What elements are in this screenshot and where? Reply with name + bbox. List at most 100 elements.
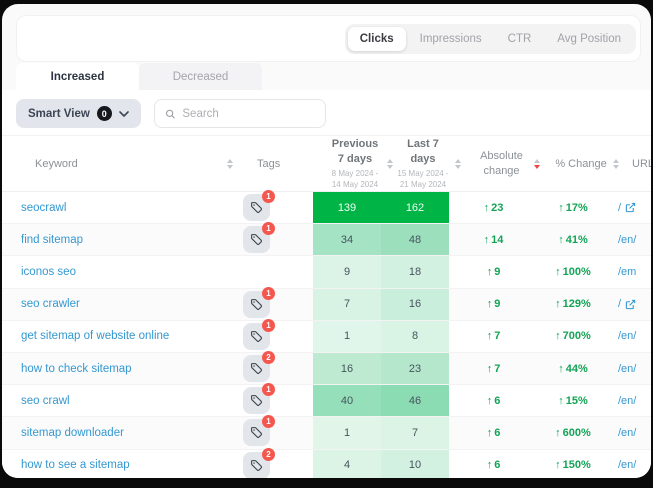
absolute-change-cell: ↑9 xyxy=(449,256,538,287)
search-input[interactable] xyxy=(182,108,314,120)
tag-button[interactable]: 2 xyxy=(243,355,270,382)
sort-icon-percent-change[interactable] xyxy=(613,159,619,169)
up-arrow-icon: ↑ xyxy=(487,427,493,439)
url-link[interactable]: /en/ xyxy=(618,459,636,471)
absolute-change-cell: ↑6 xyxy=(449,417,538,448)
previous-clicks-cell: 40 xyxy=(313,385,381,416)
up-arrow-icon: ↑ xyxy=(487,298,493,310)
up-arrow-icon: ↑ xyxy=(484,202,490,214)
keywords-table: Keyword Tags Previous 7 days 8 May 2024 … xyxy=(2,135,651,478)
url-link[interactable]: /en/ xyxy=(618,395,636,407)
last-clicks-cell: 18 xyxy=(381,256,449,287)
up-arrow-icon: ↑ xyxy=(558,363,564,375)
previous-clicks-cell: 4 xyxy=(313,450,381,479)
previous-clicks-cell: 16 xyxy=(313,353,381,384)
view-tab-group: Increased Decreased xyxy=(16,63,262,90)
url-link[interactable]: / xyxy=(618,202,636,214)
percent-change-cell: ↑44% xyxy=(538,353,608,384)
keyword-link[interactable]: get sitemap of website online xyxy=(21,330,169,342)
tag-count-badge: 2 xyxy=(262,351,275,364)
up-arrow-icon: ↑ xyxy=(555,330,561,342)
percent-change-cell: ↑600% xyxy=(538,417,608,448)
previous-date-range: 8 May 2024 - 14 May 2024 xyxy=(329,169,381,190)
percent-change-cell: ↑17% xyxy=(538,192,608,223)
url-link[interactable]: / xyxy=(618,298,636,310)
keyword-link[interactable]: seo crawl xyxy=(21,395,70,407)
tag-button[interactable]: 1 xyxy=(243,226,270,253)
smart-view-label: Smart View xyxy=(28,108,90,120)
up-arrow-icon: ↑ xyxy=(487,395,493,407)
keyword-link[interactable]: iconos seo xyxy=(21,266,76,278)
last-clicks-cell: 23 xyxy=(381,353,449,384)
table-row: seocrawl 1 139 162 ↑23 ↑17% / xyxy=(2,192,651,224)
url-link[interactable]: /en/ xyxy=(618,330,636,342)
sort-icon-last[interactable] xyxy=(455,159,461,169)
percent-change-cell: ↑15% xyxy=(538,385,608,416)
percent-change-cell: ↑700% xyxy=(538,321,608,352)
tab-impressions[interactable]: Impressions xyxy=(408,27,494,51)
percent-change-cell: ↑41% xyxy=(538,224,608,255)
header-percent-change[interactable]: % Change xyxy=(552,158,622,170)
search-box xyxy=(154,99,326,128)
keyword-link[interactable]: find sitemap xyxy=(21,234,83,246)
controls-row: Smart View 0 xyxy=(2,90,651,135)
tag-icon xyxy=(250,394,263,407)
up-arrow-icon: ↑ xyxy=(555,459,561,471)
percent-change-cell: ↑100% xyxy=(538,256,608,287)
sort-icon-previous[interactable] xyxy=(387,159,393,169)
external-link-icon xyxy=(625,202,636,213)
tag-icon xyxy=(250,459,263,472)
keyword-link[interactable]: seo crawler xyxy=(21,298,80,310)
tag-button[interactable]: 1 xyxy=(243,387,270,414)
tab-increased[interactable]: Increased xyxy=(16,63,139,90)
last-clicks-cell: 46 xyxy=(381,385,449,416)
up-arrow-icon: ↑ xyxy=(487,266,493,278)
url-link[interactable]: /em xyxy=(618,266,636,278)
tab-ctr[interactable]: CTR xyxy=(496,27,544,51)
previous-clicks-cell: 9 xyxy=(313,256,381,287)
header-previous-7-days[interactable]: Previous 7 days 8 May 2024 - 14 May 2024 xyxy=(327,137,395,190)
last-clicks-cell: 48 xyxy=(381,224,449,255)
up-arrow-icon: ↑ xyxy=(558,202,564,214)
url-link[interactable]: /en/ xyxy=(618,234,636,246)
header-absolute-change[interactable]: Absolute change xyxy=(463,149,552,179)
table-row: seo crawl 1 40 46 ↑6 ↑15% /en/ xyxy=(2,385,651,417)
keyword-link[interactable]: sitemap downloader xyxy=(21,427,124,439)
tag-button[interactable]: 1 xyxy=(243,419,270,446)
absolute-change-cell: ↑6 xyxy=(449,450,538,479)
tag-icon xyxy=(250,298,263,311)
keyword-link[interactable]: how to check sitemap xyxy=(21,363,132,375)
absolute-change-cell: ↑6 xyxy=(449,385,538,416)
table-header: Keyword Tags Previous 7 days 8 May 2024 … xyxy=(2,135,651,192)
url-link[interactable]: /en/ xyxy=(618,363,636,375)
tag-icon xyxy=(250,233,263,246)
keyword-link[interactable]: seocrawl xyxy=(21,202,66,214)
tag-button[interactable]: 1 xyxy=(243,323,270,350)
header-url: URL xyxy=(622,158,651,170)
keyword-link[interactable]: how to see a sitemap xyxy=(21,459,130,471)
tab-avg-position[interactable]: Avg Position xyxy=(545,27,633,51)
header-last-7-days[interactable]: Last 7 days 15 May 2024 - 21 May 2024 xyxy=(395,137,463,190)
previous-clicks-cell: 1 xyxy=(313,417,381,448)
header-keyword[interactable]: Keyword xyxy=(16,158,241,170)
absolute-change-cell: ↑23 xyxy=(449,192,538,223)
tab-clicks[interactable]: Clicks xyxy=(348,27,406,51)
tag-button[interactable]: 1 xyxy=(243,194,270,221)
tag-count-badge: 2 xyxy=(262,448,275,461)
up-arrow-icon: ↑ xyxy=(555,298,561,310)
last-clicks-cell: 10 xyxy=(381,450,449,479)
sort-icon-keyword[interactable] xyxy=(227,159,233,169)
up-arrow-icon: ↑ xyxy=(555,266,561,278)
last-clicks-cell: 16 xyxy=(381,289,449,320)
up-arrow-icon: ↑ xyxy=(487,459,493,471)
tab-decreased[interactable]: Decreased xyxy=(139,63,262,90)
tag-icon xyxy=(250,362,263,375)
sort-icon-absolute-change[interactable] xyxy=(534,159,540,169)
url-link[interactable]: /en/ xyxy=(618,427,636,439)
absolute-change-cell: ↑14 xyxy=(449,224,538,255)
tag-count-badge: 1 xyxy=(262,319,275,332)
tag-button[interactable]: 2 xyxy=(243,452,270,478)
smart-view-dropdown[interactable]: Smart View 0 xyxy=(16,99,141,128)
last-clicks-cell: 8 xyxy=(381,321,449,352)
tag-button[interactable]: 1 xyxy=(243,291,270,318)
